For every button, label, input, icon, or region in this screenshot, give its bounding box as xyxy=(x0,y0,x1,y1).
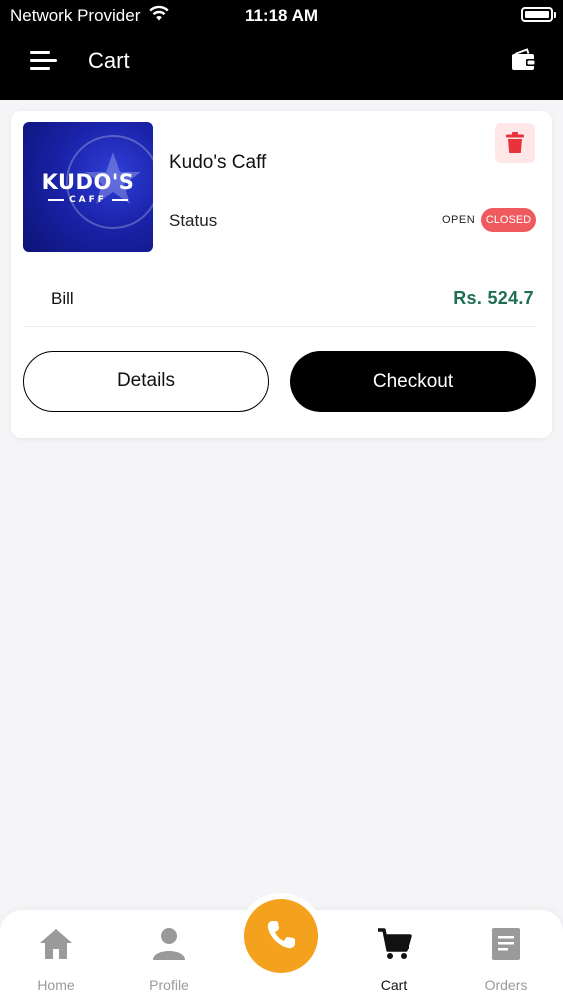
trash-icon xyxy=(506,132,524,153)
wallet-icon[interactable] xyxy=(511,48,537,72)
battery-icon xyxy=(521,7,553,22)
battery-tip xyxy=(554,12,556,18)
checkout-button[interactable]: Checkout xyxy=(290,351,536,412)
clock: 11:18 AM xyxy=(244,6,319,25)
page-title: Cart xyxy=(88,48,130,73)
divider xyxy=(24,326,536,327)
profile-icon xyxy=(153,928,185,960)
delete-button[interactable] xyxy=(495,123,535,163)
nav-profile-label: Profile xyxy=(149,977,189,993)
nav-cart-label: Cart xyxy=(380,977,408,993)
app-bar: Cart xyxy=(0,30,563,100)
bill-label: Bill xyxy=(51,289,74,308)
call-button[interactable] xyxy=(244,899,318,973)
logo-brand: KUDO'S xyxy=(41,170,135,194)
cart-icon xyxy=(378,928,412,959)
cart-item-card: KUDO'S CAFF Kudo's Caff Status OPEN CLOS… xyxy=(11,111,552,438)
open-option[interactable]: OPEN xyxy=(442,214,475,226)
menu-icon[interactable] xyxy=(30,48,60,74)
orders-icon xyxy=(492,928,520,960)
bill-amount: Rs. 524.7 xyxy=(453,288,534,308)
nav-home-label: Home xyxy=(37,977,75,993)
home-icon xyxy=(40,929,72,959)
phone-icon xyxy=(267,921,295,949)
shop-name: Kudo's Caff xyxy=(169,152,267,173)
status-label: Status xyxy=(169,211,218,230)
nav-profile[interactable]: Profile xyxy=(113,910,225,1000)
details-button[interactable]: Details xyxy=(23,351,269,412)
logo-sub: CAFF xyxy=(23,195,153,205)
nav-cart[interactable]: Cart xyxy=(338,910,450,1000)
shop-logo: KUDO'S CAFF xyxy=(23,122,153,252)
nav-home[interactable]: Home xyxy=(0,910,112,1000)
nav-orders-label: Orders xyxy=(484,977,528,993)
nav-orders[interactable]: Orders xyxy=(450,910,562,1000)
closed-badge[interactable]: CLOSED xyxy=(481,208,536,232)
status-bar: Network Provider 11:18 AM xyxy=(0,0,563,30)
